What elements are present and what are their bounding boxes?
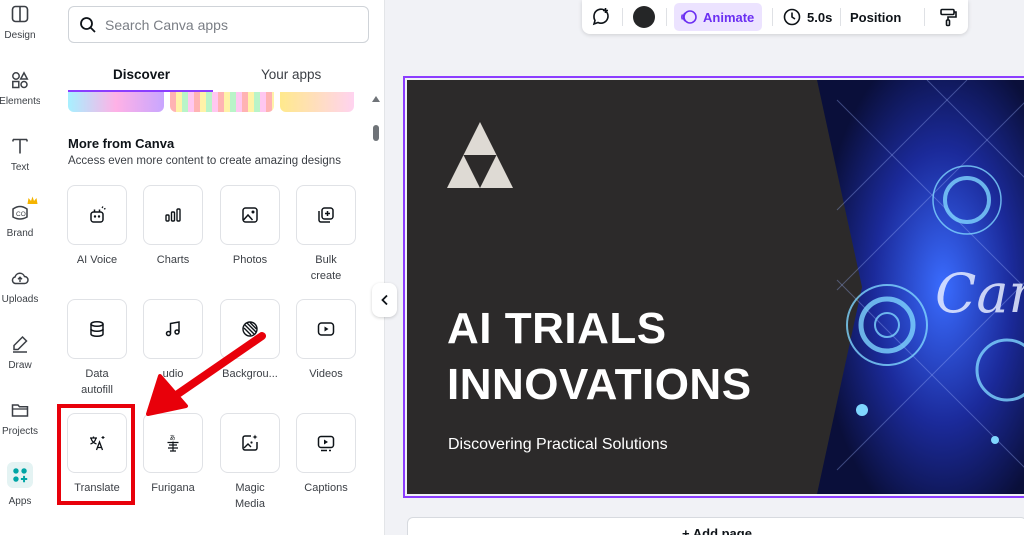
highlight-box — [57, 404, 135, 505]
rail-item-draw[interactable]: Draw — [0, 334, 40, 390]
add-page-button[interactable]: + Add page — [407, 517, 1024, 535]
chevron-left-icon — [380, 294, 388, 306]
animate-label: Animate — [703, 9, 755, 25]
app-tile-label: Videos — [309, 368, 343, 380]
triforce-logo — [447, 122, 513, 188]
app-tile-label: AI Voice — [76, 254, 118, 266]
app-tile-label: Captions — [304, 482, 348, 494]
database-icon — [90, 320, 104, 338]
app-tile-label: Bulk create — [310, 254, 342, 282]
app-tile-ai-voice[interactable] — [67, 185, 127, 245]
toolbar-separator — [666, 8, 667, 26]
video-play-icon — [317, 322, 335, 336]
slide-title-line2[interactable]: INNOVATIONS — [447, 360, 752, 410]
animate-icon — [681, 10, 697, 24]
app-tile-label: Furigana — [151, 482, 195, 494]
left-rail: Design Elements Text CO Brand Uploads Dr… — [0, 0, 41, 535]
rail-item-brand[interactable]: CO Brand — [0, 202, 40, 258]
app-tile-captions[interactable] — [296, 413, 356, 473]
app-tile-label: Charts — [156, 254, 190, 266]
magic-media-icon — [242, 434, 258, 451]
folder-icon — [11, 404, 29, 417]
position-label: Position — [850, 9, 902, 25]
search-icon — [80, 16, 96, 33]
ai-voice-icon — [90, 206, 106, 223]
app-tile-magic-media[interactable] — [220, 413, 280, 473]
section-subtitle: Access even more content to create amazi… — [68, 155, 341, 167]
furigana-icon: あ — [167, 435, 179, 452]
rail-item-design[interactable]: Design — [0, 4, 40, 60]
copy-style-button[interactable] — [938, 0, 958, 34]
rail-item-projects[interactable]: Projects — [0, 400, 40, 456]
app-tile-label: Magic Media — [235, 482, 265, 510]
music-note-icon — [165, 321, 180, 337]
apps-grid-icon — [13, 468, 28, 483]
element-toolbar: Animate 5.0s Position — [582, 0, 968, 34]
slide-canvas[interactable]: Canva AI TRIALS INNOVATIONS Discovering … — [407, 80, 1024, 494]
color-picker-button[interactable] — [633, 0, 655, 34]
featured-app-thumbnail[interactable] — [280, 92, 354, 112]
bulk-create-icon — [318, 207, 334, 223]
slide-image-canva-text: Canva — [935, 262, 1024, 325]
rail-item-uploads[interactable]: Uploads — [0, 268, 40, 324]
app-tile-audio[interactable] — [143, 299, 203, 359]
app-tile-charts[interactable] — [143, 185, 203, 245]
bar-chart-icon — [165, 208, 181, 222]
pen-icon — [13, 335, 28, 353]
animate-button[interactable]: Animate — [674, 3, 762, 31]
rail-item-text[interactable]: Text — [0, 136, 40, 192]
color-swatch — [633, 6, 655, 28]
add-comment-icon — [592, 8, 609, 26]
search-box[interactable] — [68, 6, 369, 43]
app-tile-furigana[interactable]: あ — [143, 413, 203, 473]
clock-icon — [783, 8, 801, 26]
section-title: More from Canva — [68, 136, 175, 151]
featured-app-thumbnail[interactable] — [170, 92, 274, 112]
duration-button[interactable]: 5.0s — [782, 0, 832, 34]
rail-item-elements[interactable]: Elements — [0, 70, 41, 126]
app-tile-bulk-create[interactable] — [296, 185, 356, 245]
brand-icon: CO — [12, 205, 28, 220]
layout-icon — [11, 5, 29, 23]
app-tile-data-autofill[interactable] — [67, 299, 127, 359]
slide-title-line1[interactable]: AI TRIALS — [447, 304, 667, 354]
app-tile-label: Data autofill — [81, 368, 113, 396]
text-icon — [12, 138, 28, 154]
scrollbar-thumb[interactable] — [373, 125, 379, 141]
paint-roller-icon — [940, 8, 957, 27]
app-tile-videos[interactable] — [296, 299, 356, 359]
cloud-upload-icon — [11, 272, 29, 285]
scroll-up-arrow[interactable] — [372, 96, 380, 102]
app-tile-label: Photos — [232, 254, 268, 266]
toolbar-separator — [772, 8, 773, 26]
app-tile-backgrounds[interactable] — [220, 299, 280, 359]
toolbar-separator — [840, 8, 841, 26]
position-button[interactable]: Position — [850, 0, 901, 34]
svg-text:あ: あ — [170, 435, 176, 442]
shapes-icon — [12, 71, 29, 89]
app-tile-label: udio — [162, 368, 184, 380]
search-input[interactable] — [105, 16, 355, 33]
tab-your-apps[interactable]: Your apps — [261, 67, 321, 82]
collapse-panel-button[interactable] — [372, 283, 397, 317]
tab-discover[interactable]: Discover — [113, 67, 170, 82]
apps-active-bg — [7, 462, 33, 488]
slide-subtitle[interactable]: Discovering Practical Solutions — [448, 436, 668, 454]
featured-app-thumbnail[interactable] — [68, 92, 164, 112]
app-tile-photos[interactable] — [220, 185, 280, 245]
toolbar-separator — [622, 8, 623, 26]
comment-button[interactable] — [590, 0, 612, 34]
app-tile-label: Backgrou... — [222, 368, 278, 380]
toolbar-separator — [924, 8, 925, 26]
crown-icon — [27, 196, 38, 204]
background-icon — [242, 321, 258, 337]
svg-text:CO: CO — [16, 211, 26, 218]
rail-item-apps[interactable]: Apps — [0, 462, 40, 518]
captions-icon — [317, 435, 335, 452]
duration-label: 5.0s — [807, 9, 833, 25]
image-icon — [242, 207, 258, 223]
